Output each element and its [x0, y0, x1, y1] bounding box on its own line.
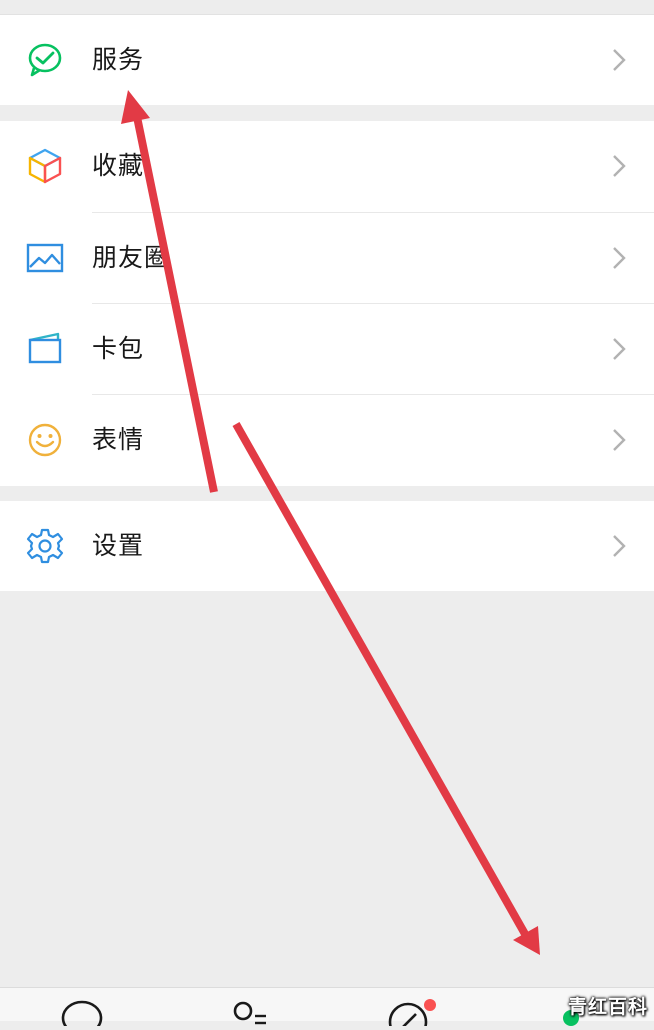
chevron-right-icon: [610, 48, 628, 72]
menu-item-label: 卡包: [92, 334, 145, 363]
features-group: 收藏 朋友圈 卡包 表情: [0, 121, 654, 486]
chats-tab-icon[interactable]: [52, 996, 112, 1030]
menu-item-settings[interactable]: 设置: [0, 501, 654, 591]
top-spacer: [0, 0, 654, 15]
bottom-tab-bar: 青红百科: [0, 987, 654, 1030]
settings-gear-icon: [24, 525, 66, 567]
menu-item-services[interactable]: 服务: [0, 15, 654, 105]
services-group: 服务: [0, 15, 654, 105]
chevron-right-icon: [610, 154, 628, 178]
menu-item-label: 朋友圈: [92, 243, 171, 272]
menu-item-label: 表情: [92, 425, 145, 454]
card-wallet-icon: [24, 328, 66, 370]
services-check-bubble-icon: [24, 39, 66, 81]
favorites-cube-icon: [24, 145, 66, 187]
discover-badge: [424, 999, 436, 1011]
chevron-right-icon: [610, 428, 628, 452]
chevron-right-icon: [610, 337, 628, 361]
menu-item-moments[interactable]: 朋友圈: [0, 213, 654, 303]
menu-item-label: 服务: [92, 45, 145, 74]
contacts-tab-icon[interactable]: [218, 996, 278, 1026]
menu-item-favorites[interactable]: 收藏: [0, 121, 654, 211]
menu-item-stickers[interactable]: 表情: [0, 395, 654, 485]
menu-item-card-wallet[interactable]: 卡包: [0, 304, 654, 394]
menu-item-label: 设置: [92, 531, 145, 560]
watermark-text: 青红百科: [567, 996, 648, 1018]
stickers-smiley-icon: [24, 419, 66, 461]
chevron-right-icon: [610, 534, 628, 558]
settings-group: 设置: [0, 501, 654, 591]
menu-item-label: 收藏: [92, 151, 145, 180]
chevron-right-icon: [610, 246, 628, 270]
moments-picture-icon: [24, 237, 66, 279]
